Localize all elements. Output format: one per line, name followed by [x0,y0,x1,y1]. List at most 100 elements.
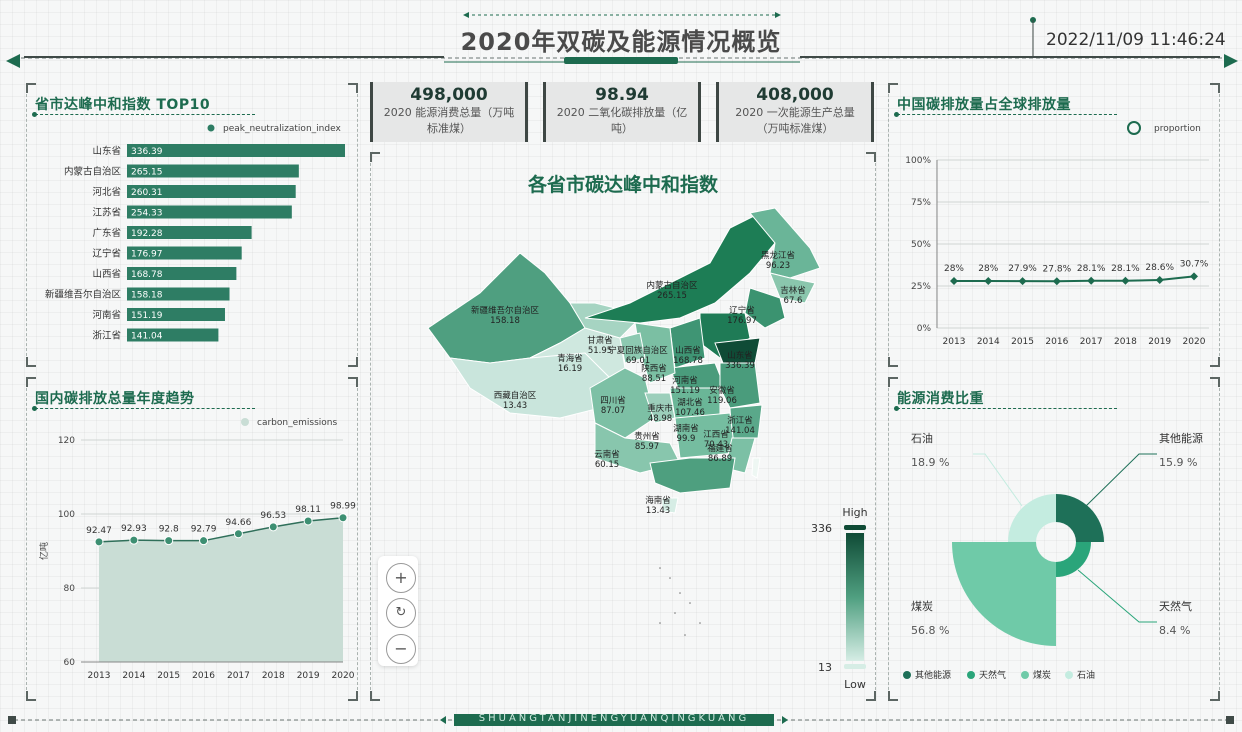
map-region-label: 山西省 168.78 [673,345,703,366]
share-data-label: 27.9% [1008,264,1037,274]
energy-segment-name: 石油 [911,431,933,445]
share-data-label: 27.8% [1043,264,1072,274]
top10-bar-chart: peak_neutralization_index 山东省 336.39 内蒙古自治… [45,124,345,342]
energy-segment-name: 天然气 [1159,599,1192,613]
map-legend-min: 13 [818,661,832,674]
emissions-legend-icon [241,418,249,426]
emissions-point [129,535,139,545]
reset-view-button[interactable]: ↻ [386,598,416,628]
top10-bar-value: 168.78 [131,270,163,280]
zoom-in-button[interactable]: + [386,563,416,593]
top10-bar-value: 141.04 [131,332,163,342]
south-china-sea-islands [659,567,701,636]
share-ytick: 50% [911,240,931,250]
share-data-label: 30.7% [1180,259,1209,269]
share-data-label: 28.6% [1145,263,1174,273]
top10-legend: peak_neutralization_index [223,124,341,134]
energy-segment-pct: 15.9 % [1159,456,1197,469]
top10-category-label: 浙江省 [92,330,121,342]
energy-rose-segment [952,542,1056,646]
top10-legend-icon [207,124,215,132]
energy-rose-segment [1008,494,1056,542]
map-legend-high: High [842,506,867,519]
share-xtick: 2016 [1045,337,1068,347]
emissions-data-label: 92.93 [121,524,147,534]
kpi-value: 498,000 [410,85,488,105]
top10-bar-value: 158.18 [131,291,163,301]
energy-segment-pct: 56.8 % [911,624,949,637]
share-data-label: 28% [978,264,998,274]
map-legend-gradient [846,533,864,661]
energy-legend-label: 石油 [1077,669,1095,681]
energy-legend-label: 天然气 [979,669,1006,681]
share-ytick: 25% [911,282,931,292]
top10-category-label: 山东省 [92,145,121,157]
energy-leader-line [1077,569,1157,623]
share-xtick: 2015 [1011,337,1034,347]
emissions-point [303,516,313,526]
emissions-data-label: 92.79 [191,525,217,535]
share-data-label: 28.1% [1077,264,1106,274]
map-legend-low: Low [844,678,866,691]
map-region-label: 四川省 87.07 [600,395,626,416]
china-choropleth-map[interactable]: 新疆维吾尔自治区 158.18西藏自治区 13.43青海省 16.19甘肃省 51.95… [370,153,876,700]
emissions-point [164,536,174,546]
emissions-data-label: 98.99 [330,502,356,512]
energy-legend-icon [967,671,975,679]
kpi-value: 98.94 [595,85,649,105]
emissions-xtick: 2014 [122,671,145,681]
map-region-label: 云南省 60.15 [594,449,620,470]
share-legend-icon [1127,121,1141,135]
region-taiwan [751,457,761,479]
kpi-energy-consumption: 498,000 2020 能源消费总量（万吨标准煤） [370,82,528,142]
top10-category-label: 辽宁省 [92,248,121,260]
emissions-legend: carbon_emissions [257,418,337,428]
share-point [1052,277,1061,286]
share-legend: proportion [1154,124,1201,134]
share-point [950,276,958,285]
map-region-label: 青海省 16.19 [557,353,583,374]
map-region-label: 安徽省 119.06 [707,385,737,406]
kpi-label: 2020 能源消费总量（万吨标准煤） [383,106,515,135]
datetime-display: 2022/11/09 11:46:24 [1046,30,1226,50]
map-region-label: 湖南省 99.9 [673,423,699,444]
energy-leader-line [973,453,1023,507]
emissions-point [94,537,104,547]
energy-segment-pct: 8.4 % [1159,624,1190,637]
share-xtick: 2019 [1148,337,1171,347]
kpi-label: 2020 二氧化碳排放量（亿吨） [556,106,688,135]
emissions-xtick: 2015 [157,671,180,681]
energy-segment-pct: 18.9 % [911,456,949,469]
top10-category-label: 河南省 [92,309,121,321]
share-xtick: 2013 [943,337,966,347]
map-region-label: 重庆市 48.98 [647,403,673,424]
energy-rose-chart: 其他能源15.9 %天然气8.4 %煤炭56.8 %石油18.9 %其他能源 天然… [903,431,1203,681]
energy-rose-segment [1056,494,1104,542]
top10-category-label: 新疆维吾尔自治区 [45,289,122,301]
share-point [1087,276,1096,285]
emissions-xtick: 2018 [262,671,285,681]
top10-bar-value: 265.15 [131,168,163,178]
share-point [1155,275,1164,284]
energy-panel: 能源消费比重 其他能源 15.9 % 天然气 8.4 % 煤炭 56.8 % 石油 18.9 … [888,377,1220,701]
emissions-data-label: 98.11 [295,505,321,515]
top10-bar-value: 192.28 [131,229,163,239]
emissions-data-label: 96.53 [260,511,286,521]
share-point [984,276,993,285]
energy-leader-line [1085,453,1157,507]
share-xtick: 2014 [977,337,1000,347]
map-region-label: 辽宁省 176.97 [727,305,757,326]
map-region-label: 陕西省 88.51 [641,363,667,384]
energy-legend-icon [903,671,911,679]
emissions-ytick: 100 [58,510,75,520]
emissions-xtick: 2016 [192,671,215,681]
share-point [1121,276,1130,285]
emissions-xtick: 2020 [332,671,355,681]
top10-bar-value: 176.97 [131,250,163,260]
emissions-xtick: 2019 [297,671,320,681]
top10-category-label: 山西省 [92,268,121,280]
zoom-out-button[interactable]: − [386,634,416,664]
emissions-data-label: 92.47 [86,526,112,536]
emissions-ytick: 120 [58,436,75,446]
map-region-label: 浙江省 141.04 [725,415,755,436]
